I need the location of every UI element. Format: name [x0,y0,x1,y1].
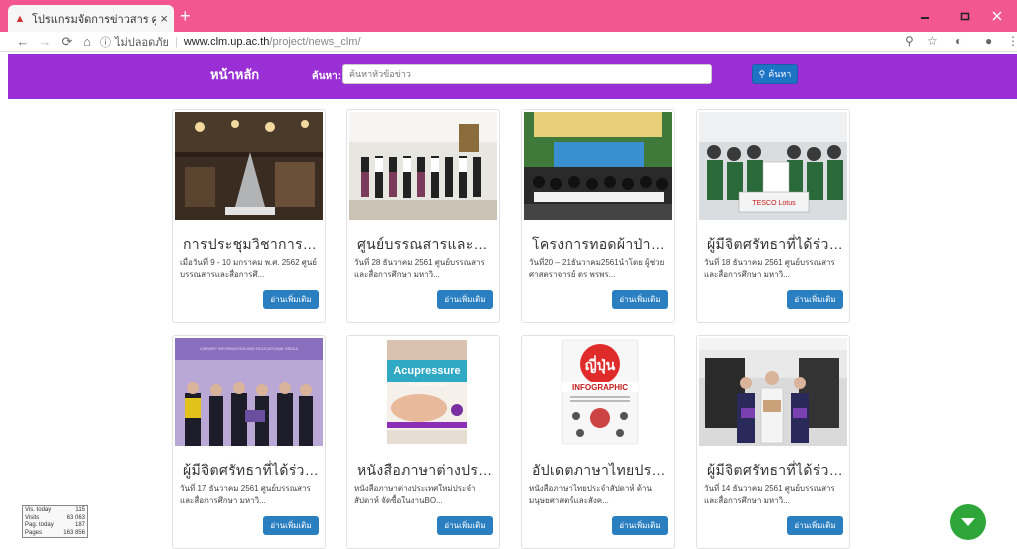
tab-close-icon[interactable]: × [160,11,168,26]
news-description: วันที่ 28 ธันวาคม 2561 ศูนย์บรรณสารและสื… [354,258,485,279]
extension-icon[interactable]: ◐ [955,34,962,48]
news-title[interactable]: ศูนย์บรรณสารและสื่อการศึกษา [357,234,493,256]
news-thumbnail[interactable] [175,112,323,220]
bookmark-star-icon[interactable]: ☆ [927,34,938,48]
news-card: ผู้มีจิตศรัทธาที่ได้ร่วมบริจาค วันที่ 14… [696,335,850,549]
search-button-label: ค้นหา [768,69,792,79]
news-description: วันที่ 17 ธันวาคม 2561 ศูนย์บรรณสารและสื… [180,484,311,505]
tab-title: โปรแกรมจัดการข่าวสาร ศูนย์บรรณสา [32,13,157,26]
profile-avatar[interactable]: ● [985,34,992,48]
news-card: Acupressure with Aromatherapy หนังสือภาษ… [346,335,500,549]
chevron-down-icon [961,518,975,526]
news-thumbnail[interactable] [699,338,847,446]
thumb-banner-text: LIBRARY INFORMATION AND EDUCATIONAL MEDI… [200,346,298,351]
news-title[interactable]: โครงการทอดผ้าป่าหนังสือ [532,234,668,256]
read-more-button[interactable]: อ่านเพิ่มเติม [612,290,668,309]
reload-icon[interactable]: ⟳ [58,34,76,50]
stats-value: 63 063 [66,514,85,521]
security-label: ไม่ปลอดภัย [115,36,169,49]
news-card: ญี่ปุ่น INFOGRAPHIC อัปเดตภาษาไทยประจำสั… [521,335,675,549]
search-label: ค้นหา: [312,71,342,82]
zoom-icon[interactable]: ⚲ [905,34,914,48]
stats-row: Pag. today 187 [25,522,85,530]
stats-row: Vis. today 115 [25,507,85,515]
news-card: TESCO Lotus ผู้มีจิตศรัทธาที่ได้ร่วมบริจ… [696,109,850,323]
news-thumbnail[interactable]: LIBRARY INFORMATION AND EDUCATIONAL MEDI… [175,338,323,446]
search-input[interactable] [342,64,712,84]
stats-row: Visits 63 063 [25,515,85,523]
news-description: วันที่20 – 21ธันวาคม2561นำโดย ผู้ช่วยศาส… [529,258,665,279]
back-arrow-icon[interactable]: ← [14,34,32,49]
home-link[interactable]: หน้าหลัก [210,64,259,85]
stats-value: 187 [74,522,85,528]
news-card: ศูนย์บรรณสารและสื่อการศึกษา วันที่ 28 ธั… [346,109,500,323]
news-title[interactable]: การประชุมวิชาการระดับชาติ [183,234,319,256]
visitor-stats[interactable]: Vis. today 115 Visits 63 063 Pag. today 187… [22,505,88,538]
browser-toolbar: ← → ⟳ ⌂ ⓘ ไม่ปลอดภัย | www.clm.up.ac.th … [0,32,1017,52]
read-more-button[interactable]: อ่านเพิ่มเติม [612,516,668,535]
thumb-book-title: ญี่ปุ่น [585,355,616,374]
minimize-icon[interactable] [905,0,945,32]
thumb-book-title: Acupressure [393,365,460,377]
news-description: เมื่อวันที่ 9 - 10 มกราคม พ.ศ. 2562 ศูนย… [180,258,317,279]
news-card: การประชุมวิชาการระดับชาติ เมื่อวันที่ 9 … [172,109,326,323]
stats-label: Vis. today [25,507,52,513]
news-description: หนังสือภาษาต่างประเทศใหม่ประจำสัปดาห์ จั… [354,484,476,505]
home-icon[interactable]: ⌂ [78,34,96,49]
thumb-banner-text: TESCO Lotus [752,200,796,207]
news-card: LIBRARY INFORMATION AND EDUCATIONAL MEDI… [172,335,326,549]
news-description: วันที่ 18 ธันวาคม 2561 ศูนย์บรรณสารและสื… [704,258,835,279]
url-path: /project/news_clm/ [269,35,361,48]
forward-arrow-icon[interactable]: → [36,34,54,49]
scroll-down-button[interactable] [950,504,986,540]
search-button[interactable]: ⚲ ค้นหา [752,64,798,84]
address-bar[interactable]: ⓘ ไม่ปลอดภัย | www.clm.up.ac.th /project… [100,33,910,50]
news-title[interactable]: ผู้มีจิตศรัทธาที่ได้ร่วมบริจาค [707,234,843,256]
news-title[interactable]: ผู้มีจิตศรัทธาที่ได้ร่วมบริจาค [183,460,319,482]
thumb-book-subtitle: with Aromatherapy [406,382,448,388]
stats-value: 115 [75,507,85,513]
news-title[interactable]: อัปเดตภาษาไทยประจำสัปดาห์ [532,460,668,482]
address-separator: | [174,35,178,48]
news-thumbnail[interactable]: Acupressure with Aromatherapy [349,338,497,446]
news-thumbnail[interactable]: TESCO Lotus [699,112,847,220]
read-more-button[interactable]: อ่านเพิ่มเติม [437,290,493,309]
news-description: หนังสือภาษาไทยประจำสัปดาห์ ด้านมนุษยศาสต… [529,484,653,505]
read-more-button[interactable]: อ่านเพิ่มเติม [787,290,843,309]
news-description: วันที่ 14 ธันวาคม 2561 ศูนย์บรรณสารและสื… [704,484,835,505]
info-icon[interactable]: ⓘ [100,34,111,50]
stats-label: Pages [25,529,43,536]
url-host: www.clm.up.ac.th [183,35,270,48]
menu-kebab-icon[interactable]: ⋮ [1007,34,1017,48]
news-title[interactable]: ผู้มีจิตศรัทธาที่ได้ร่วมบริจาค [707,460,843,482]
news-title[interactable]: หนังสือภาษาต่างประเทศใหม่ [357,460,493,482]
stats-label: Pag. today [25,522,54,528]
stats-label: Visits [25,514,40,521]
site-header: หน้าหลัก ค้นหา: ⚲ ค้นหา [8,54,1017,99]
new-tab-button[interactable]: + [180,6,191,26]
browser-tab[interactable]: ▲ โปรแกรมจัดการข่าวสาร ศูนย์บรรณสา × [8,5,174,32]
thumb-book-subtitle: INFOGRAPHIC [572,383,628,392]
read-more-button[interactable]: อ่านเพิ่มเติม [263,516,319,535]
news-thumbnail[interactable] [524,112,672,220]
read-more-button[interactable]: อ่านเพิ่มเติม [787,516,843,535]
close-window-icon[interactable] [977,0,1017,32]
news-thumbnail[interactable] [349,112,497,220]
site-favicon-icon: ▲ [14,12,26,25]
news-thumbnail[interactable]: ญี่ปุ่น INFOGRAPHIC [524,338,672,446]
stats-value: 163 856 [63,529,85,536]
browser-tab-bar: ▲ โปรแกรมจัดการข่าวสาร ศูนย์บรรณสา × + [0,0,1017,32]
read-more-button[interactable]: อ่านเพิ่มเติม [263,290,319,309]
read-more-button[interactable]: อ่านเพิ่มเติม [437,516,493,535]
stats-row: Pages 163 856 [25,530,85,538]
news-card: โครงการทอดผ้าป่าหนังสือ วันที่20 – 21ธัน… [521,109,675,323]
search-icon: ⚲ [758,68,766,79]
